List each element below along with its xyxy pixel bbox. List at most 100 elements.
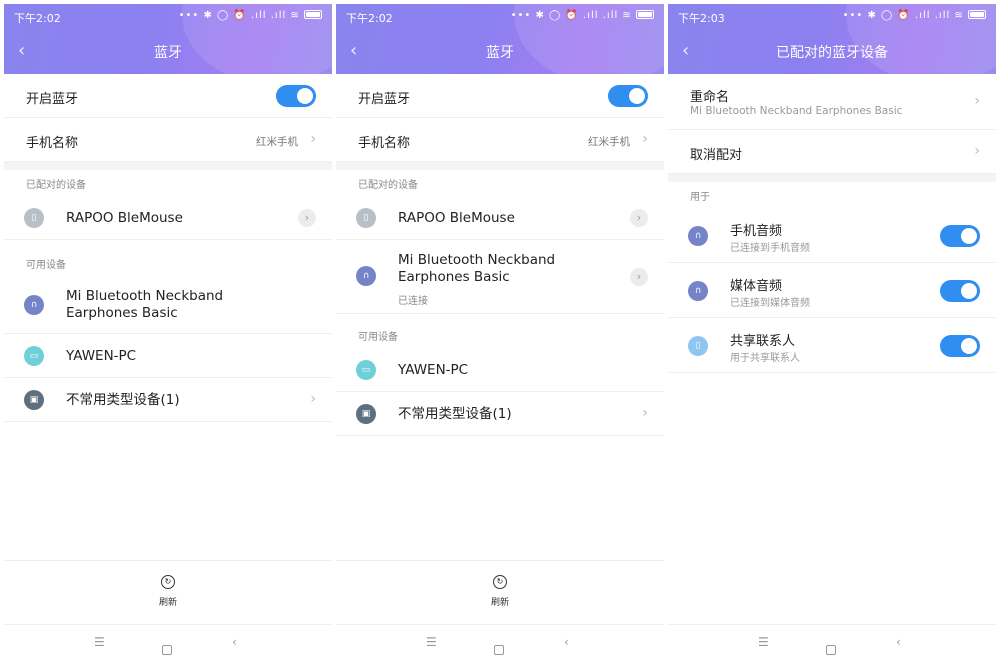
phone-name-value: 红米手机 — [256, 136, 298, 148]
phone-name-label: 手机名称 — [358, 136, 411, 151]
menu-icon[interactable]: ☰ — [426, 635, 437, 649]
paired-device-row[interactable]: ∩ Mi Bluetooth Neckband Earphones Basic … — [336, 240, 664, 314]
divider — [4, 162, 332, 170]
generic-device-icon: ▣ — [356, 404, 376, 424]
bluetooth-toggle[interactable] — [276, 85, 316, 107]
menu-icon[interactable]: ☰ — [94, 635, 105, 649]
device-name: RAPOO BleMouse — [66, 210, 183, 226]
device-name: Mi Bluetooth Neckband Earphones Basic — [66, 288, 224, 321]
status-bar: 下午2:02 ••• ✱ ◯ ⏰ .ıll .ıll ≋ — [14, 10, 322, 25]
device-name: YAWEN-PC — [66, 348, 137, 364]
profile-name: 共享联系人 — [730, 334, 796, 349]
device-details-icon[interactable]: › — [630, 268, 648, 286]
device-details-icon[interactable]: › — [298, 209, 316, 227]
unpair-row[interactable]: 取消配对 › — [668, 130, 996, 174]
page-title: 蓝牙 — [486, 45, 514, 61]
paired-device-row[interactable]: ▯ RAPOO BleMouse › — [336, 196, 664, 240]
screen-bluetooth-1: 下午2:02 ••• ✱ ◯ ⏰ .ıll .ıll ≋ ‹ 蓝牙 开启蓝牙 手… — [4, 4, 332, 660]
phone-name-row[interactable]: 手机名称 红米手机 › — [336, 118, 664, 162]
refresh-label: 刷新 — [490, 598, 509, 608]
back-icon[interactable]: ‹ — [896, 635, 901, 649]
available-device-row[interactable]: ▭ YAWEN-PC — [336, 348, 664, 392]
rename-label: 重命名 — [690, 90, 730, 105]
computer-icon: ▭ — [24, 346, 44, 366]
bluetooth-toggle[interactable] — [608, 85, 648, 107]
profile-toggle[interactable] — [940, 335, 980, 357]
available-device-row[interactable]: ▭ YAWEN-PC — [4, 334, 332, 378]
bluetooth-toggle-label: 开启蓝牙 — [358, 92, 411, 107]
device-name: Mi Bluetooth Neckband Earphones Basic — [398, 252, 556, 285]
headphones-icon: ∩ — [688, 281, 708, 301]
device-name: 不常用类型设备(1) — [66, 392, 180, 408]
available-device-row[interactable]: ∩ Mi Bluetooth Neckband Earphones Basic — [4, 276, 332, 334]
chevron-right-icon: › — [310, 131, 316, 147]
available-device-row[interactable]: ▣ 不常用类型设备(1) › — [336, 392, 664, 436]
refresh-label: 刷新 — [158, 598, 177, 608]
refresh-icon: ↻ — [493, 575, 507, 589]
back-icon[interactable]: ‹ — [232, 635, 237, 649]
battery-icon — [304, 10, 322, 19]
generic-device-icon: ▣ — [24, 390, 44, 410]
unpair-label: 取消配对 — [690, 148, 743, 163]
profile-row[interactable]: ∩ 媒体音频 已连接到媒体音频 — [668, 263, 996, 318]
profile-name: 媒体音频 — [730, 279, 783, 294]
profile-name: 手机音频 — [730, 224, 783, 239]
system-nav-bar: ☰ ‹ — [336, 624, 664, 660]
chevron-right-icon: › — [642, 131, 648, 147]
phone-name-row[interactable]: 手机名称 红米手机 › — [4, 118, 332, 162]
chevron-right-icon: › — [974, 93, 980, 109]
computer-icon: ▭ — [356, 360, 376, 380]
profile-status: 已连接到媒体音频 — [730, 298, 810, 309]
headphones-icon: ∩ — [24, 295, 44, 315]
status-icons: ••• ✱ ◯ ⏰ .ıll .ıll ≋ — [511, 10, 654, 21]
paired-device-row[interactable]: ▯ RAPOO BleMouse › — [4, 196, 332, 240]
page-title: 蓝牙 — [154, 45, 182, 61]
device-name: RAPOO BleMouse — [398, 210, 515, 226]
device-name: YAWEN-PC — [398, 362, 469, 378]
rename-row[interactable]: 重命名 Mi Bluetooth Neckband Earphones Basi… — [668, 74, 996, 130]
available-device-row[interactable]: ▣ 不常用类型设备(1) › — [4, 378, 332, 422]
profile-toggle[interactable] — [940, 280, 980, 302]
status-time: 下午2:02 — [346, 12, 393, 25]
profile-toggle[interactable] — [940, 225, 980, 247]
profile-status: 用于共享联系人 — [730, 353, 800, 364]
status-icons: ••• ✱ ◯ ⏰ .ıll .ıll ≋ — [179, 10, 322, 21]
phone-name-value: 红米手机 — [588, 136, 630, 148]
app-header: 下午2:02 ••• ✱ ◯ ⏰ .ıll .ıll ≋ ‹ 蓝牙 — [4, 4, 332, 84]
profile-row[interactable]: ∩ 手机音频 已连接到手机音频 — [668, 208, 996, 263]
phone-name-label: 手机名称 — [26, 136, 79, 151]
menu-icon[interactable]: ☰ — [758, 635, 769, 649]
refresh-icon: ↻ — [161, 575, 175, 589]
profile-row[interactable]: ▯ 共享联系人 用于共享联系人 — [668, 318, 996, 373]
app-header: 下午2:02 ••• ✱ ◯ ⏰ .ıll .ıll ≋ ‹ 蓝牙 — [336, 4, 664, 84]
status-bar: 下午2:02 ••• ✱ ◯ ⏰ .ıll .ıll ≋ — [346, 10, 654, 25]
refresh-button[interactable]: ↻ 刷新 — [336, 560, 664, 622]
back-icon[interactable]: ‹ — [564, 635, 569, 649]
profile-status: 已连接到手机音频 — [730, 243, 810, 254]
paired-section-header: 已配对的设备 — [358, 180, 418, 191]
status-icons: ••• ✱ ◯ ⏰ .ıll .ıll ≋ — [843, 10, 986, 21]
headphones-icon: ∩ — [356, 266, 376, 286]
use-section-header: 用于 — [690, 192, 710, 203]
bluetooth-toggle-row[interactable]: 开启蓝牙 — [336, 74, 664, 118]
chevron-right-icon: › — [974, 143, 980, 159]
app-header: 下午2:03 ••• ✱ ◯ ⏰ .ıll .ıll ≋ ‹ 已配对的蓝牙设备 — [668, 4, 996, 84]
screen-paired-device-details: 下午2:03 ••• ✱ ◯ ⏰ .ıll .ıll ≋ ‹ 已配对的蓝牙设备 … — [668, 4, 996, 660]
status-time: 下午2:02 — [14, 12, 61, 25]
divider — [668, 174, 996, 182]
device-name-value: Mi Bluetooth Neckband Earphones Basic — [690, 105, 903, 117]
headphones-icon: ∩ — [688, 226, 708, 246]
status-time: 下午2:03 — [678, 12, 725, 25]
page-title: 已配对的蓝牙设备 — [776, 45, 888, 61]
device-details-icon[interactable]: › — [630, 209, 648, 227]
mouse-icon: ▯ — [356, 208, 376, 228]
device-name: 不常用类型设备(1) — [398, 406, 512, 422]
refresh-button[interactable]: ↻ 刷新 — [4, 560, 332, 622]
screen-bluetooth-2: 下午2:02 ••• ✱ ◯ ⏰ .ıll .ıll ≋ ‹ 蓝牙 开启蓝牙 手… — [336, 4, 664, 660]
bluetooth-toggle-row[interactable]: 开启蓝牙 — [4, 74, 332, 118]
paired-section-header: 已配对的设备 — [26, 180, 86, 191]
available-section-header: 可用设备 — [358, 332, 398, 343]
battery-icon — [636, 10, 654, 19]
chevron-right-icon: › — [642, 405, 648, 421]
device-status: 已连接 — [398, 296, 428, 307]
